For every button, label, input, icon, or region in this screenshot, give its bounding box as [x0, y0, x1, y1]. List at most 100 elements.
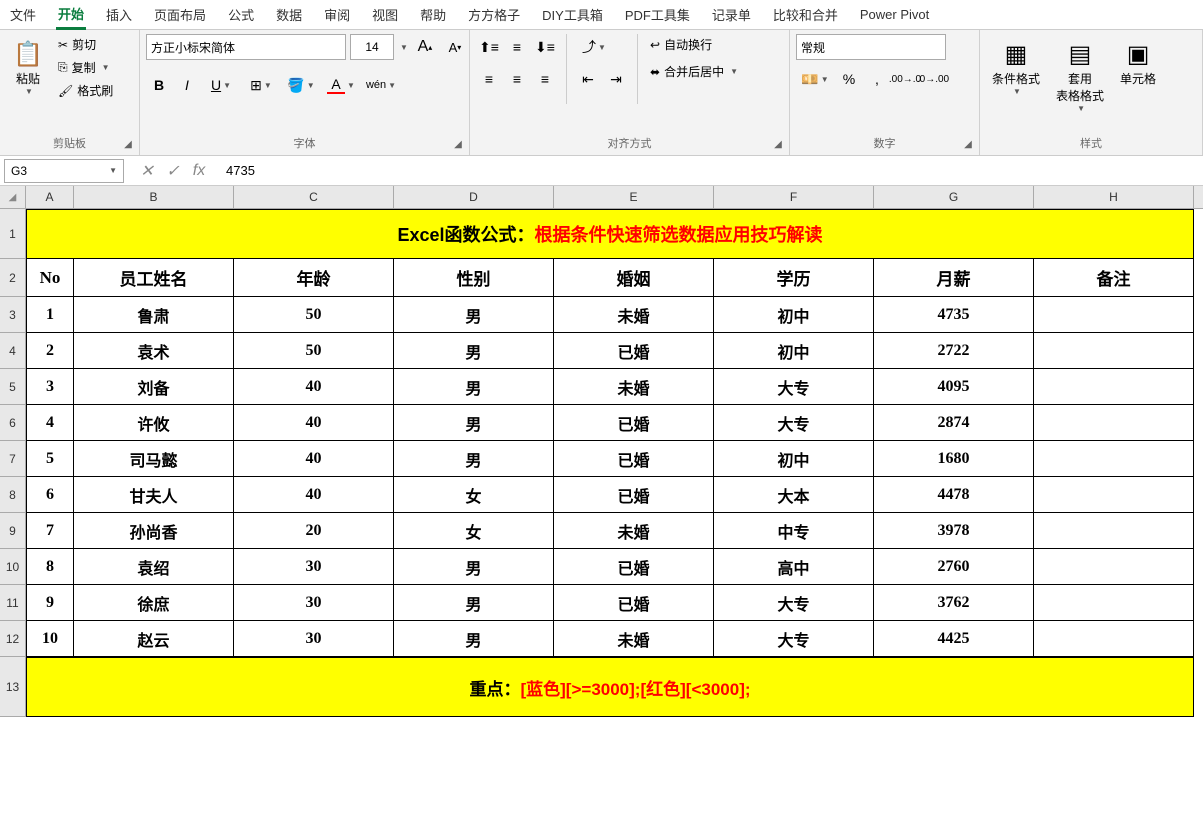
data-cell[interactable]: 女	[394, 513, 554, 549]
col-header-B[interactable]: B	[74, 186, 234, 208]
fill-color-button[interactable]: 🪣▼	[282, 72, 320, 98]
data-cell[interactable]: 孙尚香	[74, 513, 234, 549]
data-cell[interactable]: 4478	[874, 477, 1034, 513]
header-cell[interactable]: No	[26, 259, 74, 297]
data-cell[interactable]: 未婚	[554, 369, 714, 405]
data-cell[interactable]: 8	[26, 549, 74, 585]
data-cell[interactable]: 20	[234, 513, 394, 549]
currency-button[interactable]: 💴▼	[796, 66, 834, 92]
data-cell[interactable]: 已婚	[554, 549, 714, 585]
data-cell[interactable]	[1034, 513, 1194, 549]
align-bottom-button[interactable]: ⬇≡	[532, 34, 558, 60]
data-cell[interactable]: 40	[234, 441, 394, 477]
data-cell[interactable]: 男	[394, 549, 554, 585]
data-cell[interactable]: 3	[26, 369, 74, 405]
decrease-font-button[interactable]: A▾	[442, 34, 468, 60]
col-header-H[interactable]: H	[1034, 186, 1194, 208]
comma-button[interactable]: ,	[864, 66, 890, 92]
data-cell[interactable]: 初中	[714, 297, 874, 333]
data-cell[interactable]: 9	[26, 585, 74, 621]
col-header-D[interactable]: D	[394, 186, 554, 208]
data-cell[interactable]: 大专	[714, 405, 874, 441]
tab-页面布局[interactable]: 页面布局	[152, 1, 208, 28]
font-name-select[interactable]	[146, 34, 346, 60]
increase-decimal-button[interactable]: .00→.0	[892, 66, 918, 92]
data-cell[interactable]: 40	[234, 477, 394, 513]
border-button[interactable]: ⊞▼	[242, 72, 280, 98]
data-cell[interactable]: 已婚	[554, 477, 714, 513]
number-format-select[interactable]	[796, 34, 946, 60]
row-header-8[interactable]: 8	[0, 477, 26, 513]
data-cell[interactable]: 鲁肃	[74, 297, 234, 333]
footer-cell[interactable]: 重点：[蓝色][>=3000];[红色][<3000];	[26, 657, 1194, 717]
data-cell[interactable]: 2874	[874, 405, 1034, 441]
data-cell[interactable]: 甘夫人	[74, 477, 234, 513]
data-cell[interactable]: 已婚	[554, 405, 714, 441]
name-box[interactable]: G3▼	[4, 159, 124, 183]
data-cell[interactable]: 1	[26, 297, 74, 333]
data-cell[interactable]: 未婚	[554, 621, 714, 657]
data-cell[interactable]: 4095	[874, 369, 1034, 405]
header-cell[interactable]: 学历	[714, 259, 874, 297]
col-header-A[interactable]: A	[26, 186, 74, 208]
row-header-5[interactable]: 5	[0, 369, 26, 405]
number-launcher[interactable]: ◢	[961, 137, 975, 151]
data-cell[interactable]: 40	[234, 369, 394, 405]
data-cell[interactable]	[1034, 621, 1194, 657]
data-cell[interactable]: 男	[394, 621, 554, 657]
data-cell[interactable]: 初中	[714, 333, 874, 369]
data-cell[interactable]: 已婚	[554, 585, 714, 621]
data-cell[interactable]: 40	[234, 405, 394, 441]
select-all-corner[interactable]: ◢	[0, 186, 26, 208]
data-cell[interactable]: 未婚	[554, 513, 714, 549]
tab-PDF工具集[interactable]: PDF工具集	[623, 1, 692, 28]
col-header-C[interactable]: C	[234, 186, 394, 208]
data-cell[interactable]: 司马懿	[74, 441, 234, 477]
tab-审阅[interactable]: 审阅	[322, 1, 352, 28]
align-launcher[interactable]: ◢	[771, 137, 785, 151]
data-cell[interactable]: 赵云	[74, 621, 234, 657]
header-cell[interactable]: 员工姓名	[74, 259, 234, 297]
data-cell[interactable]	[1034, 333, 1194, 369]
tab-方方格子[interactable]: 方方格子	[466, 1, 522, 28]
data-cell[interactable]: 许攸	[74, 405, 234, 441]
tab-插入[interactable]: 插入	[104, 1, 134, 28]
data-cell[interactable]: 30	[234, 549, 394, 585]
header-cell[interactable]: 备注	[1034, 259, 1194, 297]
tab-视图[interactable]: 视图	[370, 1, 400, 28]
row-header-11[interactable]: 11	[0, 585, 26, 621]
data-cell[interactable]: 3978	[874, 513, 1034, 549]
align-right-button[interactable]: ≡	[532, 66, 558, 92]
data-cell[interactable]: 大专	[714, 585, 874, 621]
data-cell[interactable]: 30	[234, 621, 394, 657]
tab-Power Pivot[interactable]: Power Pivot	[858, 3, 931, 26]
data-cell[interactable]: 3762	[874, 585, 1034, 621]
row-header-6[interactable]: 6	[0, 405, 26, 441]
data-cell[interactable]: 男	[394, 441, 554, 477]
align-middle-button[interactable]: ≡	[504, 34, 530, 60]
data-cell[interactable]: 4425	[874, 621, 1034, 657]
decrease-indent-button[interactable]: ⇤	[575, 66, 601, 92]
data-cell[interactable]	[1034, 369, 1194, 405]
row-header-9[interactable]: 9	[0, 513, 26, 549]
format-painter-button[interactable]: 🖌格式刷	[54, 80, 117, 101]
font-launcher[interactable]: ◢	[451, 137, 465, 151]
merge-center-button[interactable]: ⬌合并后居中▼	[646, 61, 742, 82]
data-cell[interactable]	[1034, 441, 1194, 477]
row-header-10[interactable]: 10	[0, 549, 26, 585]
header-cell[interactable]: 年龄	[234, 259, 394, 297]
data-cell[interactable]: 刘备	[74, 369, 234, 405]
data-cell[interactable]: 50	[234, 297, 394, 333]
wrap-text-button[interactable]: ↩自动换行	[646, 34, 742, 55]
data-cell[interactable]: 大专	[714, 369, 874, 405]
data-cell[interactable]: 2760	[874, 549, 1034, 585]
clipboard-launcher[interactable]: ◢	[121, 137, 135, 151]
data-cell[interactable]: 5	[26, 441, 74, 477]
data-cell[interactable]	[1034, 477, 1194, 513]
tab-比较和合并[interactable]: 比较和合并	[771, 1, 840, 28]
row-header-2[interactable]: 2	[0, 259, 26, 297]
increase-font-button[interactable]: A▴	[412, 34, 438, 60]
italic-button[interactable]: I	[174, 72, 200, 98]
data-cell[interactable]	[1034, 549, 1194, 585]
align-top-button[interactable]: ⬆≡	[476, 34, 502, 60]
